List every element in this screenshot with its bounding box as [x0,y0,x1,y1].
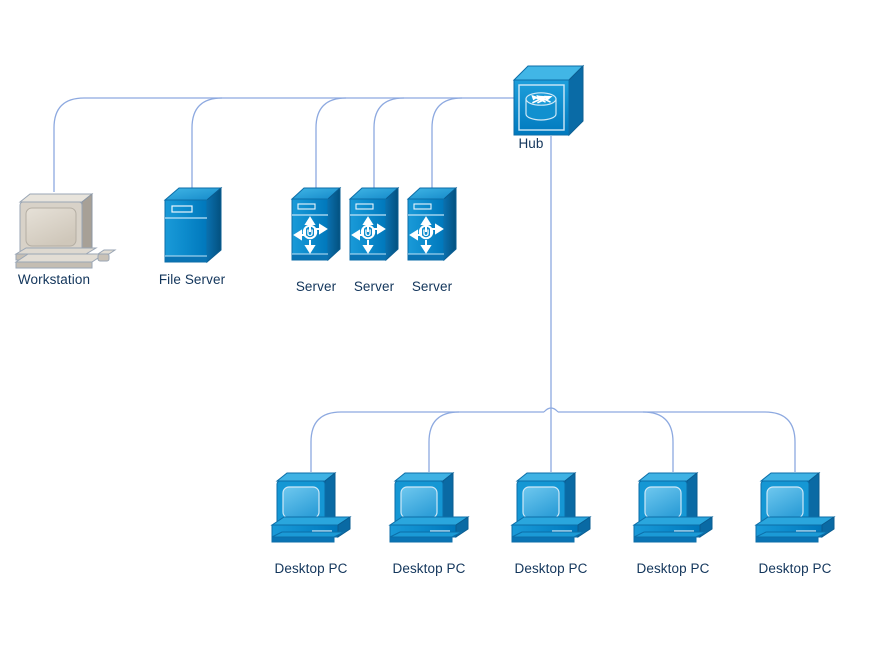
network-diagram-canvas: U U U Hub Workstation File Server Server… [0,0,869,645]
wire-hub-to-server-2 [373,97,405,188]
svg-text:U: U [365,228,372,238]
wire-hub-to-server-3 [431,97,463,188]
file-server-icon[interactable] [163,186,223,264]
node-label-desktop-pc-5: Desktop PC [758,561,832,576]
node-label-server-3: Server [411,279,453,294]
node-label-file-server: File Server [158,272,226,287]
hub-icon[interactable] [512,64,585,137]
wire-hub-to-desktop-pc-2 [428,411,460,472]
wire-top-trunk [53,97,514,129]
node-label-desktop-pc-2: Desktop PC [392,561,466,576]
connection-lines-layer: U U U [14,64,836,543]
hub-cylinder [525,92,557,121]
desktop-pc-icon[interactable] [270,471,352,543]
top-bus-wires [53,97,514,192]
desktop-pc-icon[interactable] [510,471,592,543]
server-icon[interactable]: U [348,186,400,262]
node-label-hub: Hub [518,136,544,151]
desktop-pc-icon[interactable] [632,471,714,543]
wire-hub-to-desktop-pc-4 [642,411,674,472]
bottom-bus-wires [310,407,796,472]
desktop-pc-icon[interactable] [388,471,470,543]
node-label-desktop-pc-4: Desktop PC [636,561,710,576]
server-icon[interactable]: U [406,186,458,262]
node-label-desktop-pc-1: Desktop PC [274,561,348,576]
node-label-server-2: Server [353,279,395,294]
node-label-desktop-pc-3: Desktop PC [514,561,588,576]
wire-hub-to-desktop-pc-5 [764,411,796,472]
desktop-pc-icon[interactable] [754,471,836,543]
wire-hub-to-desktop-pc-1 [310,411,342,472]
workstation-icon[interactable] [14,192,117,269]
svg-text:U: U [307,228,314,238]
svg-text:U: U [423,228,430,238]
wire-hub-to-file-server [191,97,223,188]
node-label-workstation: Workstation [17,272,91,287]
wire-bus-hop [543,407,559,413]
server-icon[interactable]: U [290,186,342,262]
wire-hub-to-server-1 [315,97,347,188]
node-label-server-1: Server [295,279,337,294]
